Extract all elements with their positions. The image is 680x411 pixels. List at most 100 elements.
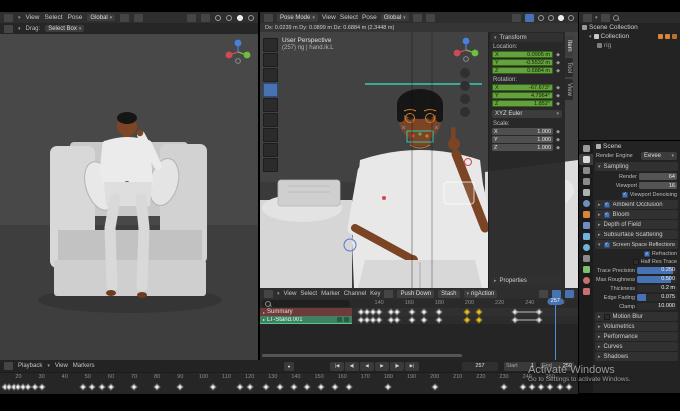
constraints-tab-icon[interactable]	[579, 253, 593, 264]
motion-blur-panel-header[interactable]: ▸ Motion Blur	[595, 312, 678, 321]
animate-icon[interactable]: ◆	[554, 101, 562, 107]
keyframe-diamond[interactable]	[236, 382, 244, 391]
keyframe-diamond[interactable]	[262, 382, 270, 391]
expand-icon[interactable]: ▾	[589, 34, 592, 40]
trace-precision-slider[interactable]: 0.250	[637, 267, 677, 274]
object-data-tab-icon[interactable]	[579, 264, 593, 275]
menu-select[interactable]: Select	[300, 291, 317, 297]
center-viewport[interactable]: Pose Mode ▾ View Select Pose Global ▾ Dx: …	[260, 12, 578, 288]
properties-panel-header[interactable]: ▸ Properties	[491, 276, 563, 285]
menu-pose[interactable]: Pose	[68, 14, 83, 21]
bloom-checkbox[interactable]: ✓	[603, 211, 610, 218]
physics-tab-icon[interactable]	[579, 242, 593, 253]
shading-wireframe-icon[interactable]	[538, 14, 544, 21]
render-tab-icon[interactable]	[579, 154, 593, 165]
shading-rendered-icon[interactable]	[248, 14, 254, 21]
view-layer-tab-icon[interactable]	[579, 176, 593, 187]
move-tool-icon[interactable]	[263, 68, 278, 82]
rotation-y-field[interactable]: Y 4.7964°	[492, 92, 553, 99]
show-overlays-icon[interactable]	[201, 13, 210, 22]
play-button[interactable]: ▶	[375, 361, 389, 371]
keyframe-diamond[interactable]	[500, 382, 508, 391]
menu-view[interactable]: View	[26, 14, 40, 21]
outliner-item-scene-collection[interactable]: Scene Collection	[579, 23, 680, 32]
menu-view[interactable]: View	[55, 363, 68, 369]
push-down-button[interactable]: Push Down	[397, 289, 435, 298]
keyframe-diamond[interactable]	[88, 382, 97, 391]
keyframe-diamond[interactable]	[537, 382, 545, 391]
proportional-keys-icon[interactable]	[565, 289, 574, 298]
show-overlays-icon[interactable]	[525, 13, 534, 22]
keyframe-diamond[interactable]	[176, 382, 184, 391]
shadows-panel-header[interactable]: ▸ Shadows	[595, 352, 678, 361]
stash-button[interactable]: Stash	[438, 289, 460, 298]
world-tab-icon[interactable]	[579, 198, 593, 209]
clamp-slider[interactable]: 10.000	[637, 303, 677, 310]
shading-material-icon[interactable]	[237, 14, 243, 21]
previous-keyframe-button[interactable]: ◀|	[345, 361, 359, 371]
animate-icon[interactable]: ◆	[554, 85, 562, 91]
animate-icon[interactable]: ◆	[554, 129, 562, 135]
keyframe-diamond[interactable]	[420, 308, 428, 316]
menu-key[interactable]: Key	[370, 291, 380, 297]
keyframe-diamond[interactable]	[462, 308, 471, 316]
menu-pose[interactable]: Pose	[362, 14, 377, 21]
proportional-edit-icon[interactable]	[134, 13, 144, 22]
outliner-item-rig[interactable]: rig	[579, 41, 680, 50]
timeline[interactable]: Playback ▾ View Markers ● |◀ ◀| ◀ ▶ |▶ ▶…	[0, 360, 578, 394]
keyframe-diamond[interactable]	[462, 316, 471, 324]
channel-search-field[interactable]	[262, 300, 350, 307]
keyframe-diamond[interactable]	[79, 382, 87, 391]
keyframe-diamond[interactable]	[518, 382, 527, 391]
camera-view-icon[interactable]	[460, 94, 470, 104]
keyframe-diamond[interactable]	[290, 382, 298, 391]
texture-tab-icon[interactable]	[579, 286, 593, 297]
channel-summary[interactable]: ▸ Summary	[260, 308, 352, 316]
shading-material-icon[interactable]	[558, 14, 564, 21]
editor-type-icon[interactable]	[264, 289, 273, 298]
scale-y-field[interactable]: Y 1.000	[492, 136, 553, 143]
shading-rendered-icon[interactable]	[568, 14, 574, 21]
menu-markers[interactable]: Markers	[73, 363, 95, 369]
breakdowner-tool-icon[interactable]	[263, 158, 278, 172]
annotate-tool-icon[interactable]	[263, 128, 278, 142]
keyframe-diamond[interactable]	[435, 316, 443, 324]
keyframe-diamond[interactable]	[408, 316, 416, 324]
keyframe-diamond[interactable]	[393, 308, 401, 316]
location-x-field[interactable]: X 0.0905 m	[492, 51, 553, 58]
editor-type-icon[interactable]	[264, 13, 273, 22]
rotation-x-field[interactable]: X -67.673°	[492, 84, 553, 91]
particles-tab-icon[interactable]	[579, 231, 593, 242]
outliner-item-collection[interactable]: ▾ Collection	[579, 32, 680, 41]
animate-icon[interactable]: ◆	[554, 52, 562, 58]
material-tab-icon[interactable]	[579, 275, 593, 286]
transform-tool-icon[interactable]	[263, 113, 278, 127]
snap-magnet-icon[interactable]	[412, 13, 422, 22]
ssr-panel-header[interactable]: ▾ ✓ Screen Space Reflections	[595, 240, 678, 249]
keyframe-diamond[interactable]	[546, 382, 554, 391]
keyframe-diamond[interactable]	[420, 316, 428, 324]
ortho-toggle-icon[interactable]	[460, 107, 470, 117]
keyframe-diamond[interactable]	[431, 382, 439, 391]
motion-blur-checkbox[interactable]	[603, 313, 610, 320]
location-y-field[interactable]: Y -0.5532 m	[492, 59, 553, 66]
jump-to-start-button[interactable]: |◀	[330, 361, 344, 371]
auto-snap-icon[interactable]	[552, 289, 561, 298]
play-reverse-button[interactable]: ◀	[360, 361, 374, 371]
navigation-gizmo[interactable]	[224, 38, 252, 66]
menu-marker[interactable]: Marker	[321, 291, 340, 297]
ssr-checkbox[interactable]: ✓	[603, 241, 610, 248]
left-viewport-scene[interactable]	[0, 34, 258, 360]
sampling-viewport-field[interactable]: 16	[639, 182, 677, 189]
keyframe-diamond[interactable]	[107, 382, 115, 391]
snap-magnet-icon[interactable]	[120, 13, 130, 22]
render-engine-dropdown[interactable]: Eevee ▾	[641, 152, 677, 160]
show-gizmo-icon[interactable]	[187, 13, 196, 22]
pin-icon[interactable]	[337, 317, 342, 322]
horizontal-scrollbar[interactable]	[262, 354, 462, 357]
menu-view[interactable]: View	[322, 14, 336, 21]
channel-action[interactable]: ▸ LT-Stand.001	[260, 316, 352, 324]
animate-icon[interactable]: ◆	[554, 68, 562, 74]
mute-icon[interactable]	[344, 317, 349, 322]
editor-type-icon[interactable]	[4, 13, 13, 22]
